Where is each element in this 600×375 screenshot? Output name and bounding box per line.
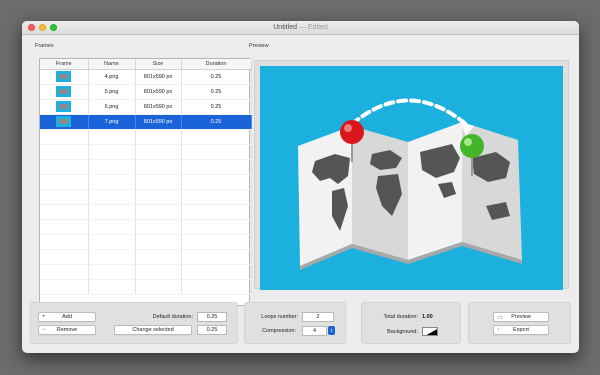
- compression-field[interactable]: 4: [302, 326, 327, 336]
- window-title-text: Untitled: [273, 24, 297, 31]
- empty-row: [40, 159, 252, 175]
- app-window: Untitled — Edited Frames Preview Frame N…: [22, 21, 579, 353]
- frame-size-cell: 801x590 px: [135, 84, 182, 100]
- empty-row: [40, 219, 252, 235]
- empty-row: [40, 234, 252, 250]
- window-title: Untitled — Edited: [273, 24, 327, 31]
- empty-row: [40, 264, 252, 280]
- preview-section-label: Preview: [249, 43, 269, 49]
- total-duration-label: Total duration:: [383, 314, 418, 320]
- export-button-label: Export: [513, 327, 529, 333]
- frame-name-cell: 7.png: [88, 114, 136, 130]
- column-header-size[interactable]: Size: [135, 59, 182, 70]
- frame-thumbnail: [56, 101, 72, 112]
- frame-name-cell: 6.png: [88, 99, 136, 115]
- frame-size-cell: 801x590 px: [135, 114, 182, 130]
- preview-button[interactable]: ▭ Preview: [493, 312, 549, 322]
- default-duration-label: Default duration:: [152, 314, 193, 320]
- background-label: Background:: [387, 329, 418, 335]
- map-illustration: [298, 98, 522, 270]
- remove-button[interactable]: − Remove: [38, 325, 96, 335]
- column-header-frame[interactable]: Frame: [40, 59, 89, 70]
- preview-frame: [254, 60, 569, 290]
- empty-row: [40, 249, 252, 265]
- export-button[interactable]: ↑ Export: [493, 325, 549, 335]
- total-duration-value: 1.00: [422, 314, 433, 320]
- empty-row: [40, 204, 252, 220]
- table-row[interactable]: 4.png 801x590 px 0.25: [40, 69, 252, 85]
- frame-duration-cell: 0.25: [181, 114, 252, 130]
- plus-icon: +: [42, 314, 46, 320]
- empty-row: [40, 129, 252, 145]
- export-arrow-icon: ↑: [497, 327, 500, 333]
- zoom-window-button[interactable]: [50, 24, 57, 31]
- frame-thumbnail-cell: [40, 99, 89, 115]
- column-header-duration[interactable]: Duration: [181, 59, 252, 70]
- frame-name-cell: 4.png: [88, 69, 136, 85]
- frame-duration-cell: 0.25: [181, 69, 252, 85]
- preview-image: [260, 66, 563, 290]
- frame-duration-cell: 0.25: [181, 99, 252, 115]
- remove-button-label: Remove: [56, 327, 78, 333]
- folded-map-icon: [298, 122, 522, 270]
- frame-thumbnail: [56, 116, 72, 127]
- frame-size-cell: 801x590 px: [135, 99, 182, 115]
- frames-section-label: Frames: [35, 43, 54, 49]
- empty-row: [40, 144, 252, 160]
- frame-size-cell: 801x590 px: [135, 69, 182, 85]
- frame-thumbnail: [56, 86, 72, 97]
- table-row-selected[interactable]: 7.png 801x590 px 0.25: [40, 114, 252, 130]
- output-group: ▭ Preview ↑ Export: [468, 302, 571, 344]
- change-selected-button[interactable]: Change selected: [114, 325, 192, 335]
- preview-window-icon: ▭: [497, 314, 503, 321]
- default-duration-field[interactable]: 0.25: [197, 312, 227, 322]
- add-button[interactable]: + Add: [38, 312, 96, 322]
- loops-group: Loops number: 2 Compression: 4 ⇕: [244, 302, 346, 344]
- add-button-label: Add: [62, 314, 72, 320]
- table-row[interactable]: 6.png 801x590 px 0.25: [40, 99, 252, 115]
- empty-row: [40, 279, 252, 295]
- summary-group: Total duration: 1.00 Background:: [361, 302, 461, 344]
- loops-number-label: Loops number:: [261, 314, 298, 320]
- frame-duration-cell: 0.25: [181, 84, 252, 100]
- minimize-window-button[interactable]: [39, 24, 46, 31]
- route-arrow: [350, 98, 470, 128]
- minus-icon: −: [42, 327, 46, 333]
- column-header-name[interactable]: Name: [88, 59, 136, 70]
- loops-number-field[interactable]: 2: [302, 312, 334, 322]
- frame-thumbnail-cell: [40, 114, 89, 130]
- frame-name-cell: 5.png: [88, 84, 136, 100]
- background-color-swatch[interactable]: [422, 327, 438, 336]
- preview-button-label: Preview: [511, 314, 531, 320]
- frame-thumbnail-cell: [40, 69, 89, 85]
- table-row[interactable]: 5.png 801x590 px 0.25: [40, 84, 252, 100]
- frame-thumbnail-cell: [40, 84, 89, 100]
- stepper-arrows-icon: ⇕: [329, 328, 334, 333]
- change-selected-field[interactable]: 0.25: [197, 325, 227, 335]
- empty-row: [40, 174, 252, 190]
- window-title-edited: — Edited: [298, 24, 328, 31]
- frame-thumbnail: [56, 71, 72, 82]
- frame-controls-group: + Add − Remove Default duration: 0.25 Ch…: [30, 302, 238, 344]
- frames-table[interactable]: Frame Name Size Duration 4.png 801x590 p…: [39, 58, 252, 306]
- title-bar: Untitled — Edited: [22, 21, 579, 35]
- compression-label: Compression:: [262, 328, 296, 334]
- close-window-button[interactable]: [28, 24, 35, 31]
- change-selected-label: Change selected: [132, 327, 174, 333]
- compression-stepper[interactable]: ⇕: [328, 326, 335, 335]
- empty-row: [40, 189, 252, 205]
- preview-panel: [249, 58, 569, 290]
- window-controls: [28, 24, 57, 31]
